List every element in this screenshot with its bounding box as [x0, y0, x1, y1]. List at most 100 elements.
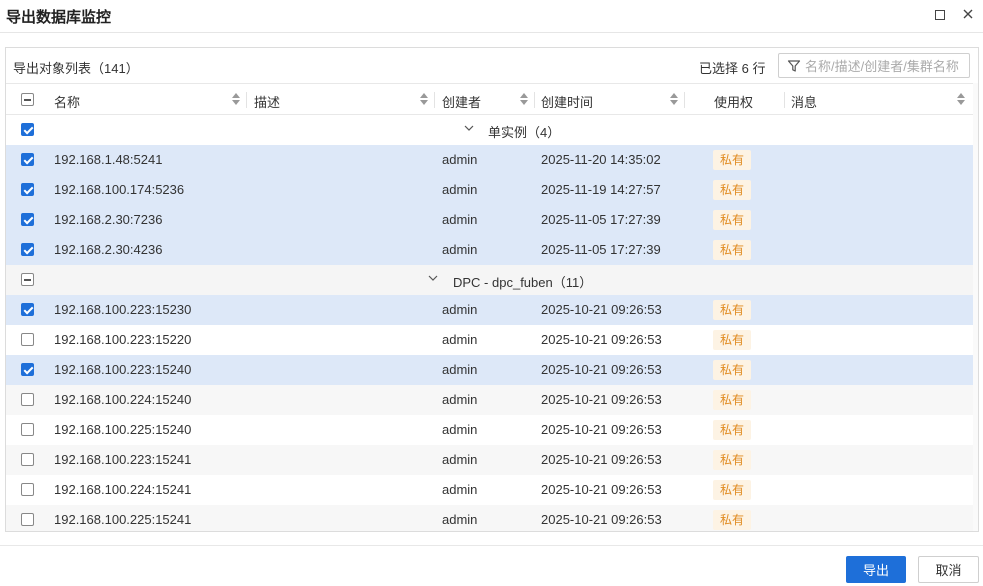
- cell-time: 2025-10-21 09:26:53: [541, 452, 662, 467]
- row-checkbox[interactable]: [21, 513, 34, 526]
- permission-badge: 私有: [713, 450, 752, 470]
- cell-name: 192.168.100.224:15241: [54, 482, 192, 497]
- grid-header: 名称 描述 创建者 创建时间 使用权 消息: [6, 83, 973, 115]
- cancel-button[interactable]: 取消: [918, 556, 979, 583]
- cell-name: 192.168.100.223:15220: [54, 332, 192, 347]
- cell-creator: admin: [442, 422, 478, 437]
- row-checkbox[interactable]: [21, 423, 34, 436]
- row-checkbox[interactable]: [21, 363, 34, 376]
- cell-name: 192.168.100.174:5236: [54, 182, 185, 197]
- permission-badge: 私有: [713, 150, 752, 170]
- table-row[interactable]: 192.168.100.224:15241 admin 2025-10-21 0…: [6, 475, 973, 505]
- permission-badge: 私有: [713, 390, 752, 410]
- col-name[interactable]: 名称: [54, 92, 80, 111]
- cell-creator: admin: [442, 392, 478, 407]
- group-row[interactable]: DPC - dpc_fuben（11）: [6, 265, 973, 295]
- cell-creator: admin: [442, 182, 478, 197]
- cell-name: 192.168.100.225:15241: [54, 512, 192, 527]
- cell-time: 2025-11-19 14:27:57: [541, 182, 661, 197]
- export-list-panel: 导出对象列表（141） 已选择 6 行 名称 描述 创建者 创建时间 使用权 消…: [5, 47, 979, 532]
- cell-creator: admin: [442, 452, 478, 467]
- col-creator[interactable]: 创建者: [442, 92, 481, 111]
- sort-name-icon[interactable]: [232, 92, 240, 106]
- cell-creator: admin: [442, 362, 478, 377]
- table-row[interactable]: 192.168.100.223:15241 admin 2025-10-21 0…: [6, 445, 973, 475]
- cell-name: 192.168.100.223:15241: [54, 452, 192, 467]
- dialog-title: 导出数据库监控: [6, 9, 112, 26]
- group-checkbox[interactable]: [21, 273, 34, 286]
- chevron-down-icon[interactable]: [428, 273, 438, 283]
- selected-count: 已选择 6 行: [699, 61, 766, 76]
- permission-badge: 私有: [713, 480, 752, 500]
- row-checkbox[interactable]: [21, 483, 34, 496]
- filter-input[interactable]: [805, 57, 965, 75]
- table-row[interactable]: 192.168.100.223:15240 admin 2025-10-21 0…: [6, 355, 973, 385]
- cell-time: 2025-10-21 09:26:53: [541, 362, 662, 377]
- cell-time: 2025-10-21 09:26:53: [541, 392, 662, 407]
- row-checkbox[interactable]: [21, 303, 34, 316]
- cell-time: 2025-10-21 09:26:53: [541, 512, 662, 527]
- row-checkbox[interactable]: [21, 393, 34, 406]
- dialog-titlebar: 导出数据库监控: [0, 0, 983, 33]
- col-desc[interactable]: 描述: [254, 92, 280, 111]
- row-checkbox[interactable]: [21, 453, 34, 466]
- table-row[interactable]: 192.168.100.225:15241 admin 2025-10-21 0…: [6, 505, 973, 531]
- cell-creator: admin: [442, 212, 478, 227]
- col-divider: [246, 92, 247, 108]
- sort-time-icon[interactable]: [670, 92, 678, 106]
- table-row[interactable]: 192.168.100.224:15240 admin 2025-10-21 0…: [6, 385, 973, 415]
- col-divider: [534, 92, 535, 108]
- col-divider: [784, 92, 785, 108]
- group-label: DPC - dpc_fuben（11）: [453, 275, 593, 290]
- table-row[interactable]: 192.168.2.30:4236 admin 2025-11-05 17:27…: [6, 235, 973, 265]
- table-row[interactable]: 192.168.2.30:7236 admin 2025-11-05 17:27…: [6, 205, 973, 235]
- sort-desc-icon[interactable]: [420, 92, 428, 106]
- grid-body: 单实例（4） 192.168.1.48:5241 admin 2025-11-2…: [6, 115, 973, 531]
- chevron-down-icon[interactable]: [464, 123, 474, 133]
- row-checkbox[interactable]: [21, 153, 34, 166]
- permission-badge: 私有: [713, 360, 752, 380]
- permission-badge: 私有: [713, 300, 752, 320]
- cell-time: 2025-11-05 17:27:39: [541, 242, 661, 257]
- group-row[interactable]: 单实例（4）: [6, 115, 973, 145]
- col-message[interactable]: 消息: [791, 92, 817, 111]
- table-row[interactable]: 192.168.1.48:5241 admin 2025-11-20 14:35…: [6, 145, 973, 175]
- panel-header: 导出对象列表（141） 已选择 6 行: [6, 48, 978, 83]
- row-checkbox[interactable]: [21, 333, 34, 346]
- row-checkbox[interactable]: [21, 183, 34, 196]
- cell-name: 192.168.1.48:5241: [54, 152, 163, 167]
- table-row[interactable]: 192.168.100.225:15240 admin 2025-10-21 0…: [6, 415, 973, 445]
- cell-time: 2025-11-20 14:35:02: [541, 152, 661, 167]
- group-checkbox[interactable]: [21, 123, 34, 136]
- cell-time: 2025-10-21 09:26:53: [541, 482, 662, 497]
- filter-box[interactable]: [778, 53, 970, 78]
- row-checkbox[interactable]: [21, 243, 34, 256]
- cell-creator: admin: [442, 512, 478, 527]
- table-row[interactable]: 192.168.100.223:15230 admin 2025-10-21 0…: [6, 295, 973, 325]
- sort-creator-icon[interactable]: [520, 92, 528, 106]
- permission-badge: 私有: [713, 330, 752, 350]
- list-title: 导出对象列表（141）: [13, 61, 139, 76]
- cell-time: 2025-11-05 17:27:39: [541, 212, 661, 227]
- sort-message-icon[interactable]: [957, 92, 965, 106]
- close-icon[interactable]: [962, 8, 976, 22]
- row-checkbox[interactable]: [21, 213, 34, 226]
- cell-name: 192.168.100.223:15240: [54, 362, 192, 377]
- cell-creator: admin: [442, 332, 478, 347]
- col-created-time[interactable]: 创建时间: [541, 92, 593, 111]
- footer-divider: [0, 545, 983, 546]
- table-row[interactable]: 192.168.100.174:5236 admin 2025-11-19 14…: [6, 175, 973, 205]
- export-button[interactable]: 导出: [846, 556, 906, 583]
- group-label: 单实例（4）: [488, 125, 561, 140]
- table-row[interactable]: 192.168.100.223:15220 admin 2025-10-21 0…: [6, 325, 973, 355]
- col-divider: [434, 92, 435, 108]
- cell-name: 192.168.2.30:7236: [54, 212, 163, 227]
- permission-badge: 私有: [713, 210, 752, 230]
- vertical-scrollbar[interactable]: [973, 83, 978, 531]
- maximize-icon[interactable]: [934, 8, 948, 22]
- col-permission[interactable]: 使用权: [714, 92, 753, 111]
- cell-time: 2025-10-21 09:26:53: [541, 302, 662, 317]
- select-all-checkbox[interactable]: [21, 93, 34, 106]
- cell-creator: admin: [442, 302, 478, 317]
- permission-badge: 私有: [713, 180, 752, 200]
